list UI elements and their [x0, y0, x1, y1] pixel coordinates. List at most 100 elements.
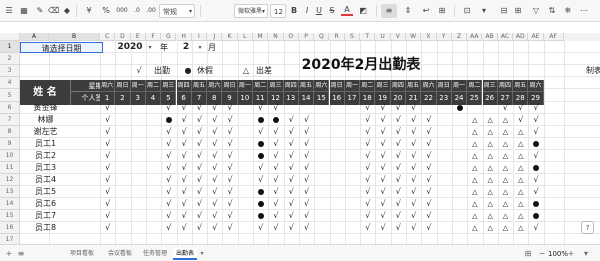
present-mark[interactable]: √: [408, 198, 419, 210]
row-header[interactable]: 10: [0, 150, 20, 162]
column-header[interactable]: T: [360, 33, 376, 41]
present-mark[interactable]: √: [423, 162, 434, 174]
present-mark[interactable]: √: [393, 114, 404, 126]
column-header[interactable]: AB: [482, 33, 498, 41]
present-mark[interactable]: √: [225, 126, 236, 138]
trip-mark[interactable]: △: [469, 150, 480, 162]
present-mark[interactable]: √: [194, 198, 205, 210]
column-header[interactable]: R: [329, 33, 345, 41]
present-mark[interactable]: √: [423, 114, 434, 126]
trip-mark[interactable]: △: [485, 126, 496, 138]
chevron-down-icon[interactable]: ▾: [198, 248, 206, 260]
present-mark[interactable]: √: [286, 150, 297, 162]
present-mark[interactable]: √: [102, 138, 113, 150]
font-size-select[interactable]: 12: [270, 4, 286, 18]
employee-name[interactable]: 员工7: [20, 210, 71, 222]
present-mark[interactable]: √: [225, 222, 236, 234]
trip-mark[interactable]: △: [515, 186, 526, 198]
trip-mark[interactable]: △: [485, 114, 496, 126]
present-mark[interactable]: √: [270, 138, 281, 150]
trip-mark[interactable]: △: [469, 162, 480, 174]
present-mark[interactable]: √: [163, 138, 174, 150]
column-header[interactable]: AC: [497, 33, 514, 41]
present-mark[interactable]: √: [423, 222, 434, 234]
column-header[interactable]: Z: [451, 33, 468, 41]
italic-button[interactable]: I: [302, 4, 312, 18]
present-mark[interactable]: √: [362, 138, 373, 150]
select-all-corner[interactable]: [0, 33, 20, 41]
insert-row-icon[interactable]: ⊟: [498, 4, 510, 18]
trip-mark[interactable]: △: [469, 198, 480, 210]
present-mark[interactable]: √: [408, 102, 419, 114]
column-header[interactable]: E: [130, 33, 146, 41]
present-mark[interactable]: √: [179, 150, 190, 162]
present-mark[interactable]: √: [301, 210, 312, 222]
trip-mark[interactable]: △: [469, 126, 480, 138]
employee-name[interactable]: 员工3: [20, 162, 71, 174]
underline-button[interactable]: U: [314, 4, 324, 18]
row-header[interactable]: 7: [0, 114, 20, 126]
present-mark[interactable]: √: [179, 198, 190, 210]
present-mark[interactable]: √: [209, 114, 220, 126]
present-mark[interactable]: √: [378, 222, 389, 234]
present-mark[interactable]: √: [286, 114, 297, 126]
percent-button[interactable]: %: [100, 4, 112, 18]
present-mark[interactable]: √: [209, 210, 220, 222]
present-mark[interactable]: √: [531, 114, 542, 126]
row-header[interactable]: 5: [0, 89, 20, 102]
column-header[interactable]: W: [406, 33, 422, 41]
present-mark[interactable]: √: [393, 186, 404, 198]
row-header[interactable]: 8: [0, 126, 20, 138]
trip-mark[interactable]: △: [500, 222, 511, 234]
present-mark[interactable]: √: [209, 198, 220, 210]
column-header[interactable]: K: [222, 33, 238, 41]
present-mark[interactable]: √: [102, 102, 113, 114]
present-mark[interactable]: √: [531, 174, 542, 186]
row-header[interactable]: 13: [0, 186, 20, 198]
chevron-down-icon[interactable]: ▾: [146, 42, 154, 53]
present-mark[interactable]: √: [362, 186, 373, 198]
present-mark[interactable]: √: [531, 102, 542, 114]
row-header[interactable]: 4: [0, 77, 20, 89]
spreadsheet-grid[interactable]: A B C D E F G H I J K L M N O P Q R S T U V W X Y Z AA AB AC AD AE AF 1…: [0, 33, 600, 244]
present-mark[interactable]: √: [179, 210, 190, 222]
trip-mark[interactable]: △: [485, 174, 496, 186]
employee-name[interactable]: 员工5: [20, 186, 71, 198]
present-mark[interactable]: √: [393, 102, 404, 114]
trip-mark[interactable]: △: [500, 210, 511, 222]
column-header[interactable]: I: [191, 33, 208, 41]
trip-mark[interactable]: △: [469, 186, 480, 198]
present-mark[interactable]: √: [163, 222, 174, 234]
present-mark[interactable]: √: [408, 162, 419, 174]
present-mark[interactable]: √: [286, 186, 297, 198]
present-mark[interactable]: √: [225, 174, 236, 186]
present-mark[interactable]: √: [362, 222, 373, 234]
present-mark[interactable]: √: [378, 114, 389, 126]
present-mark[interactable]: √: [408, 186, 419, 198]
present-mark[interactable]: √: [378, 150, 389, 162]
present-mark[interactable]: √: [378, 186, 389, 198]
present-mark[interactable]: √: [362, 102, 373, 114]
align-menu-icon[interactable]: ≡: [381, 4, 397, 18]
employee-name[interactable]: 员工6: [20, 198, 71, 210]
leave-mark[interactable]: [257, 189, 264, 195]
column-header[interactable]: G: [161, 33, 177, 41]
trip-mark[interactable]: △: [469, 138, 480, 150]
present-mark[interactable]: √: [423, 186, 434, 198]
present-mark[interactable]: √: [179, 162, 190, 174]
present-mark[interactable]: √: [500, 102, 511, 114]
column-header[interactable]: AE: [528, 33, 544, 41]
column-header[interactable]: B: [49, 33, 100, 41]
row-header[interactable]: 3: [0, 65, 20, 77]
column-header[interactable]: AD: [513, 33, 529, 41]
chevron-down-icon[interactable]: ▾: [196, 42, 204, 53]
trip-mark[interactable]: △: [469, 114, 480, 126]
fill-color-icon[interactable]: ◩: [357, 4, 369, 18]
present-mark[interactable]: √: [378, 102, 389, 114]
paint-format-icon[interactable]: ✎: [34, 4, 46, 18]
currency-icon[interactable]: ¥: [83, 4, 95, 18]
column-header[interactable]: AA: [467, 33, 483, 41]
present-mark[interactable]: √: [255, 162, 266, 174]
freeze-icon[interactable]: ❄: [562, 4, 574, 18]
present-mark[interactable]: √: [179, 126, 190, 138]
